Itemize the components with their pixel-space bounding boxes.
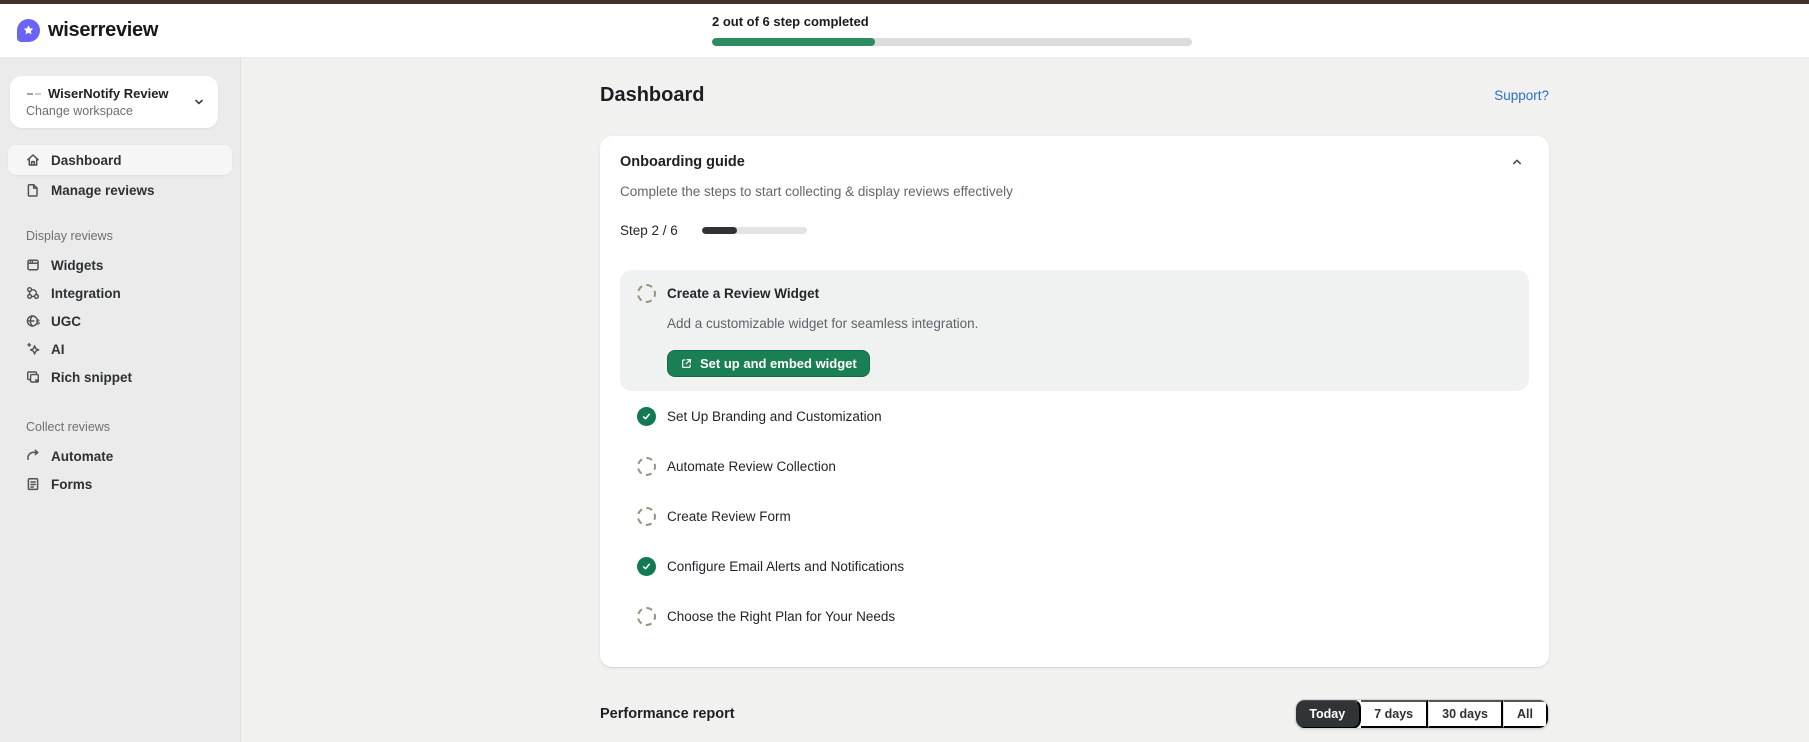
sidebar-nav: Dashboard Manage reviews Display reviews… bbox=[0, 145, 240, 498]
filter-30-days[interactable]: 30 days bbox=[1428, 700, 1504, 728]
step-title: Choose the Right Plan for Your Needs bbox=[667, 608, 896, 624]
chevron-up-icon bbox=[1512, 159, 1522, 165]
brand: wiserreview bbox=[17, 4, 158, 57]
workspace-logo-icon bbox=[27, 92, 41, 95]
onboarding-subtitle: Complete the steps to start collecting &… bbox=[620, 184, 1013, 199]
top-header: wiserreview 2 out of 6 step completed bbox=[0, 4, 1809, 58]
sidebar-item-label: Dashboard bbox=[51, 152, 122, 168]
file-icon bbox=[27, 184, 38, 197]
step-state-icon bbox=[637, 456, 656, 476]
sidebar-item-ugc[interactable]: $ UGC bbox=[8, 307, 232, 335]
step-title: Set Up Branding and Customization bbox=[667, 408, 882, 424]
sidebar-item-forms[interactable]: Forms bbox=[8, 470, 232, 498]
step-counter: Step 2 / 6 bbox=[620, 222, 678, 238]
filter-all[interactable]: All bbox=[1503, 700, 1548, 728]
step-state-icon bbox=[637, 406, 656, 426]
sidebar-section-display-reviews: Display reviews Widgets Integration $ UG… bbox=[8, 226, 232, 391]
onboarding-step-email-alerts[interactable]: Configure Email Alerts and Notifications bbox=[620, 541, 1529, 591]
onboarding-title: Onboarding guide bbox=[620, 154, 745, 170]
current-step-title: Create a Review Widget bbox=[667, 286, 820, 301]
onboarding-step-automate[interactable]: Automate Review Collection bbox=[620, 441, 1529, 491]
support-link[interactable]: Support? bbox=[1494, 88, 1549, 103]
performance-report-title: Performance report bbox=[600, 706, 735, 722]
chevron-down-icon bbox=[195, 99, 203, 105]
main-area: Dashboard Support? Onboarding guide Comp… bbox=[241, 58, 1809, 742]
step-state-icon bbox=[637, 506, 656, 526]
automate-loop-icon bbox=[27, 449, 39, 461]
globe-icon: $ bbox=[26, 315, 40, 327]
onboarding-step-choose-plan[interactable]: Choose the Right Plan for Your Needs bbox=[620, 591, 1529, 641]
setup-embed-widget-button[interactable]: Set up and embed widget bbox=[667, 350, 870, 377]
sidebar-item-label: Rich snippet bbox=[51, 369, 133, 385]
sidebar-item-ai[interactable]: AI bbox=[8, 335, 232, 363]
step-pending-icon bbox=[637, 284, 656, 303]
onboarding-step-review-form[interactable]: Create Review Form bbox=[620, 491, 1529, 541]
sidebar-item-integration[interactable]: Integration bbox=[8, 279, 232, 307]
filter-label: 30 days bbox=[1442, 707, 1489, 721]
sidebar-section-collect-reviews: Collect reviews Automate Forms bbox=[8, 417, 232, 498]
filter-label: All bbox=[1517, 707, 1533, 721]
current-step-description: Add a customizable widget for seamless i… bbox=[667, 316, 979, 331]
sidebar-item-dashboard[interactable]: Dashboard bbox=[8, 145, 232, 175]
ai-sparkle-icon bbox=[27, 342, 40, 355]
widget-icon bbox=[27, 259, 39, 271]
app-window: wiserreview 2 out of 6 step completed Wi… bbox=[0, 0, 1809, 742]
step-progress-bar bbox=[701, 226, 807, 234]
home-icon bbox=[27, 154, 39, 166]
progress-bar bbox=[712, 38, 1192, 46]
sidebar-item-label: UGC bbox=[51, 313, 81, 329]
brand-name: wiserreview bbox=[48, 19, 159, 41]
form-icon bbox=[27, 478, 39, 491]
check-icon bbox=[642, 413, 651, 419]
progress-bar-fill bbox=[712, 38, 876, 46]
onboarding-progress-header: 2 out of 6 step completed bbox=[712, 14, 1192, 46]
button-label: Set up and embed widget bbox=[700, 356, 857, 371]
check-icon bbox=[642, 563, 651, 569]
sidebar: WiserNotify Review Change workspace Dash… bbox=[0, 58, 241, 742]
section-title: Display reviews bbox=[26, 229, 113, 243]
step-title: Configure Email Alerts and Notifications bbox=[667, 558, 905, 574]
section-title: Collect reviews bbox=[26, 420, 111, 434]
date-range-filter: Today 7 days 30 days All bbox=[1295, 699, 1549, 729]
sidebar-item-manage-reviews[interactable]: Manage reviews bbox=[8, 175, 232, 205]
workspace-switcher[interactable]: WiserNotify Review Change workspace bbox=[10, 76, 218, 128]
collapse-card-button[interactable] bbox=[1505, 150, 1529, 174]
current-step-panel: Create a Review Widget Add a customizabl… bbox=[620, 270, 1529, 391]
brand-logo-icon bbox=[17, 19, 40, 42]
sidebar-item-widgets[interactable]: Widgets bbox=[8, 251, 232, 279]
page-title: Dashboard bbox=[600, 84, 705, 106]
sidebar-item-label: Automate bbox=[51, 448, 114, 464]
workspace-name: WiserNotify Review bbox=[48, 86, 169, 101]
filter-label: Today bbox=[1309, 707, 1346, 721]
svg-text:$: $ bbox=[36, 320, 40, 327]
onboarding-guide-card: Onboarding guide Complete the steps to s… bbox=[600, 136, 1549, 667]
sidebar-item-rich-snippet[interactable]: Rich snippet bbox=[8, 363, 232, 391]
filter-label: 7 days bbox=[1374, 707, 1414, 721]
step-progress-fill bbox=[701, 226, 738, 234]
step-title: Automate Review Collection bbox=[667, 458, 836, 474]
filter-7-days[interactable]: 7 days bbox=[1361, 700, 1429, 728]
progress-label: 2 out of 6 step completed bbox=[712, 14, 869, 29]
sidebar-item-automate[interactable]: Automate bbox=[8, 442, 232, 470]
external-link-icon bbox=[682, 358, 692, 368]
sidebar-item-label: Integration bbox=[51, 285, 121, 301]
rich-snippet-icon bbox=[27, 371, 39, 383]
change-workspace-label: Change workspace bbox=[26, 104, 134, 118]
sidebar-item-label: Widgets bbox=[51, 257, 104, 273]
onboarding-step-branding[interactable]: Set Up Branding and Customization bbox=[620, 391, 1529, 441]
sidebar-item-label: Manage reviews bbox=[51, 182, 155, 198]
step-state-icon bbox=[637, 556, 656, 576]
sidebar-item-label: AI bbox=[51, 341, 65, 357]
step-title: Create Review Form bbox=[667, 508, 791, 524]
filter-today[interactable]: Today bbox=[1296, 700, 1362, 728]
sidebar-item-label: Forms bbox=[51, 476, 93, 492]
integration-nodes-icon bbox=[26, 286, 39, 299]
step-state-icon bbox=[637, 606, 656, 626]
